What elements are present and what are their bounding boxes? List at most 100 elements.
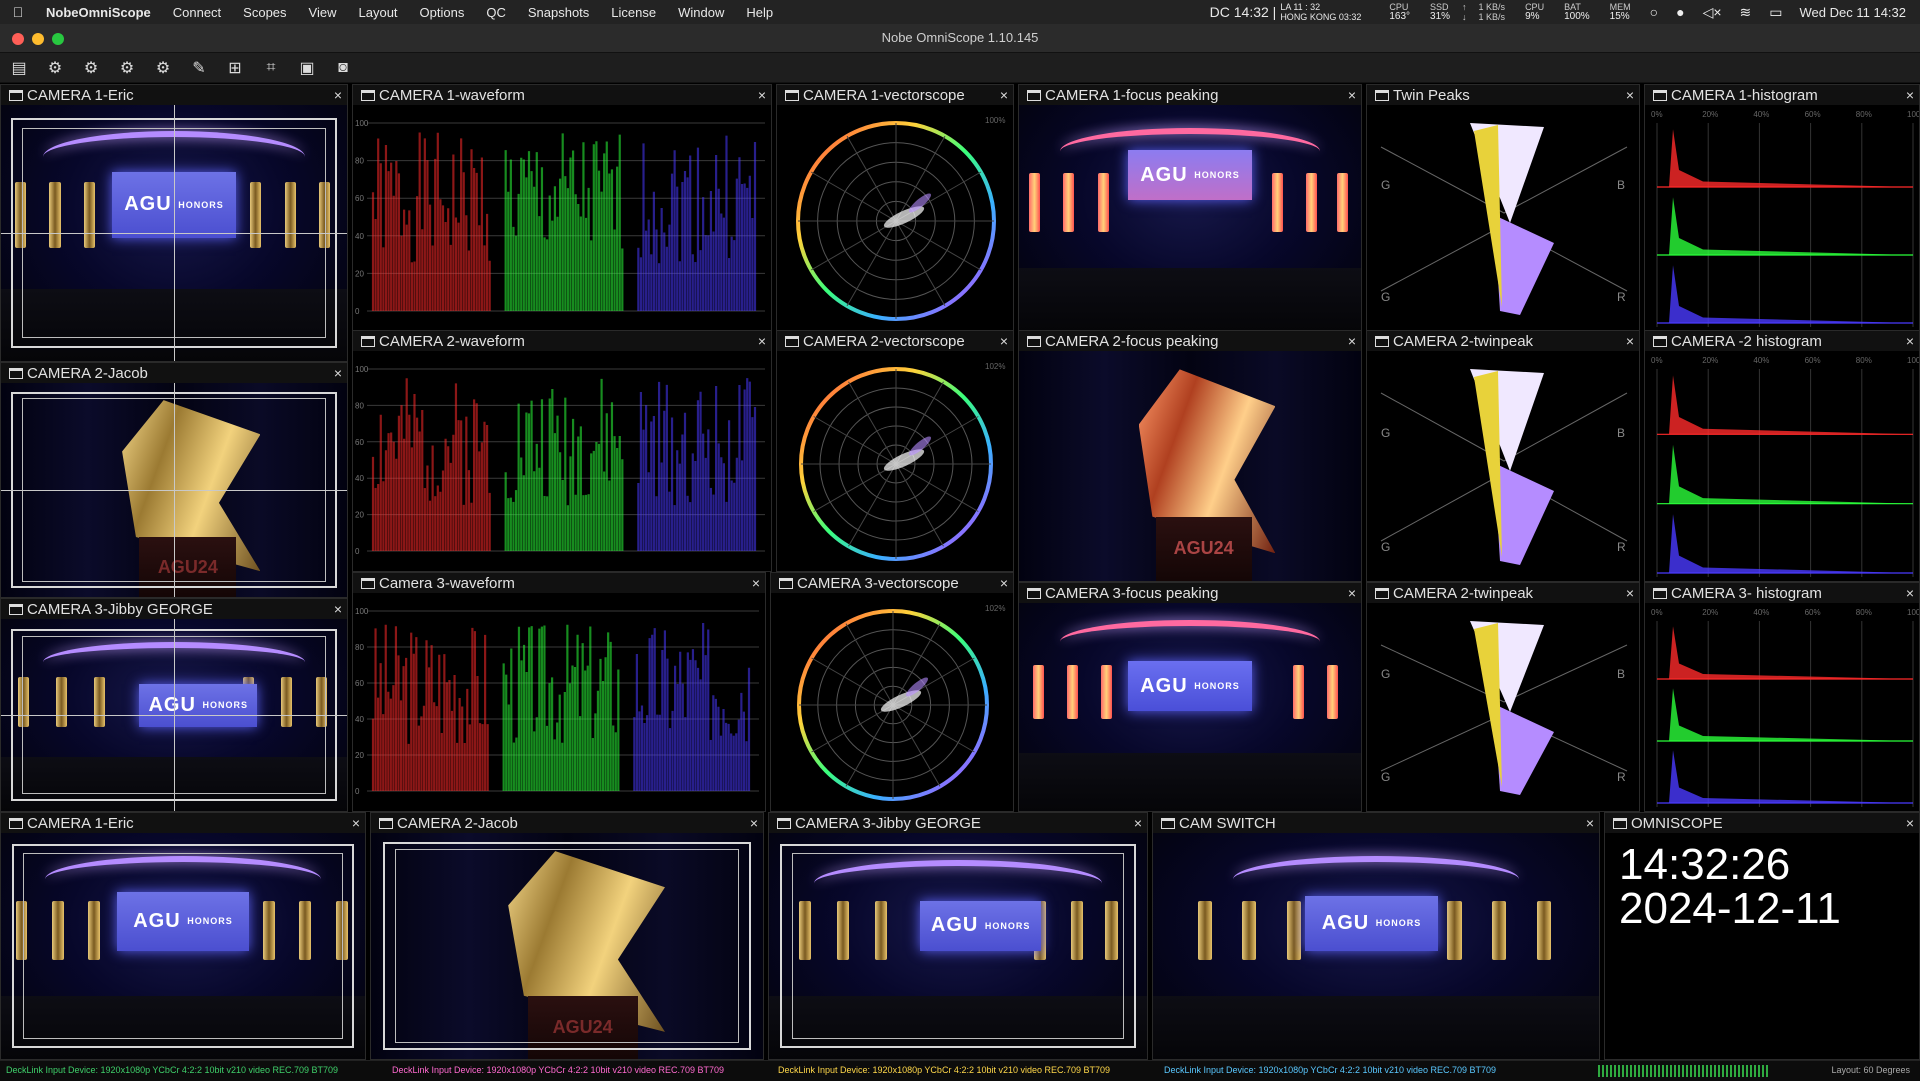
camera-icon[interactable]: ◙	[330, 56, 356, 80]
panel-header[interactable]: CAMERA 2-focus peaking ×	[1019, 331, 1361, 351]
close-icon[interactable]: ×	[329, 87, 347, 103]
cpu-temp-stat[interactable]: CPU 163°	[1389, 2, 1410, 22]
panel-bottom-cam1-eric[interactable]: CAMERA 1-Eric × AGU HONORS	[0, 812, 366, 1060]
panel-header[interactable]: CAMERA 1-vectorscope ×	[777, 85, 1013, 105]
close-icon[interactable]: ×	[753, 333, 771, 349]
panel-cam3-focus-peaking[interactable]: CAMERA 3-focus peaking × AGU HONORS	[1018, 582, 1362, 812]
close-icon[interactable]: ×	[995, 333, 1013, 349]
scope-settings-icon-4[interactable]: ⚙	[150, 56, 176, 80]
panel-header[interactable]: CAMERA 2-waveform ×	[353, 331, 771, 351]
close-icon[interactable]: ×	[1343, 87, 1361, 103]
menu-connect[interactable]: Connect	[163, 5, 233, 20]
panel-cam2-histogram[interactable]: CAMERA -2 histogram × 0% 20% 40% 60% 80% 100%	[1644, 330, 1920, 582]
network-icon[interactable]: ⊞	[222, 56, 248, 80]
panel-cam1-eric[interactable]: CAMERA 1-Eric × AGU HONORS	[0, 84, 348, 362]
panel-header[interactable]: CAMERA 3-focus peaking ×	[1019, 583, 1361, 603]
mute-icon[interactable]: ◁×	[1703, 4, 1722, 21]
menu-help[interactable]: Help	[736, 5, 785, 20]
panel-header[interactable]: CAMERA 1-Eric ×	[1, 813, 365, 833]
panel-bottom-cam2-jacob[interactable]: CAMERA 2-Jacob × AGU24	[370, 812, 764, 1060]
panel-cam2-vectorscope[interactable]: CAMERA 2-vectorscope × 102%	[776, 330, 1014, 572]
close-icon[interactable]: ×	[329, 365, 347, 381]
memory-stat[interactable]: MEM 15%	[1610, 2, 1631, 22]
menu-app[interactable]: NobeOmniScope	[36, 5, 163, 20]
close-icon[interactable]: ×	[995, 575, 1013, 591]
wrench-icon[interactable]: ✎	[186, 56, 212, 80]
panel-cam1-focus-peaking[interactable]: CAMERA 1-focus peaking × AGU HONORS	[1018, 84, 1362, 332]
menubar-clock[interactable]: DC 14:32 |	[1210, 4, 1277, 20]
menu-layout[interactable]: Layout	[349, 5, 410, 20]
search-icon[interactable]: ○	[1650, 4, 1658, 20]
scope-settings-icon-1[interactable]: ⚙	[42, 56, 68, 80]
panel-cam1-histogram[interactable]: CAMERA 1-histogram × 0% 20% 40% 60% 80% 100%	[1644, 84, 1920, 332]
panel-cam2-twinpeak-2[interactable]: CAMERA 2-twinpeak × G G B R	[1366, 582, 1640, 812]
panel-cam3-waveform[interactable]: Camera 3-waveform × 100 80 60 40 20 0	[352, 572, 766, 812]
control-center-icon[interactable]: ▭	[1769, 4, 1782, 21]
panel-bottom-cam3-jibby[interactable]: CAMERA 3-Jibby GEORGE × AGU HONORS	[768, 812, 1148, 1060]
panel-header[interactable]: CAMERA 3-Jibby GEORGE ×	[769, 813, 1147, 833]
close-icon[interactable]: ×	[1901, 333, 1919, 349]
close-icon[interactable]: ×	[747, 575, 765, 591]
menu-window[interactable]: Window	[668, 5, 736, 20]
close-icon[interactable]: ×	[1621, 87, 1639, 103]
close-icon[interactable]: ×	[1901, 815, 1919, 831]
panel-cam2-waveform[interactable]: CAMERA 2-waveform × 100 80 60 40 20 0	[352, 330, 772, 572]
scope-settings-icon-2[interactable]: ⚙	[78, 56, 104, 80]
battery-stat[interactable]: BAT 100%	[1564, 2, 1590, 22]
close-icon[interactable]: ×	[329, 601, 347, 617]
panel-header[interactable]: CAM SWITCH ×	[1153, 813, 1599, 833]
close-icon[interactable]: ×	[1581, 815, 1599, 831]
panel-header[interactable]: OMNISCOPE ×	[1605, 813, 1919, 833]
panel-header[interactable]: CAMERA 2-Jacob ×	[1, 363, 347, 383]
crop-icon[interactable]: ⌗	[258, 56, 284, 80]
close-icon[interactable]: ×	[347, 815, 365, 831]
panel-cam3-jibby[interactable]: CAMERA 3-Jibby GEORGE × AGU HONORS	[0, 598, 348, 812]
panel-header[interactable]: CAMERA 1-Eric ×	[1, 85, 347, 105]
panel-header[interactable]: CAMERA 2-Jacob ×	[371, 813, 763, 833]
panel-cam-switch[interactable]: CAM SWITCH × AGU HONORS	[1152, 812, 1600, 1060]
panel-cam3-vectorscope[interactable]: CAMERA 3-vectorscope × 102%	[770, 572, 1014, 812]
scope-settings-icon-3[interactable]: ⚙	[114, 56, 140, 80]
panel-cam3-histogram[interactable]: CAMERA 3- histogram × 0% 20% 40% 60% 80% 100%	[1644, 582, 1920, 812]
panel-cam1-waveform[interactable]: CAMERA 1-waveform × 100 80 60 40 20 0	[352, 84, 772, 332]
gallery-icon[interactable]: ▣	[294, 56, 320, 80]
menu-view[interactable]: View	[299, 5, 349, 20]
menubar-date[interactable]: Wed Dec 11 14:32	[1800, 5, 1906, 20]
panel-header[interactable]: CAMERA 3- histogram ×	[1645, 583, 1919, 603]
panel-cam1-vectorscope[interactable]: CAMERA 1-vectorscope × 100%	[776, 84, 1014, 332]
panel-header[interactable]: CAMERA 2-twinpeak ×	[1367, 583, 1639, 603]
close-icon[interactable]: ×	[1343, 585, 1361, 601]
wifi-icon[interactable]: ≋	[1740, 4, 1752, 21]
panel-header[interactable]: CAMERA 2-twinpeak ×	[1367, 331, 1639, 351]
menu-qc[interactable]: QC	[476, 5, 518, 20]
close-icon[interactable]: ×	[753, 87, 771, 103]
panel-cam2-jacob[interactable]: CAMERA 2-Jacob × AGU24	[0, 362, 348, 598]
panel-twin-peaks[interactable]: Twin Peaks × G G B R	[1366, 84, 1640, 332]
layout-icon[interactable]: ▤	[6, 56, 32, 80]
close-icon[interactable]: ×	[1901, 87, 1919, 103]
panel-omniscope[interactable]: OMNISCOPE × 14:32:26 2024-12-11	[1604, 812, 1920, 1060]
panel-header[interactable]: CAMERA 1-waveform ×	[353, 85, 771, 105]
panel-cam2-twinpeak[interactable]: CAMERA 2-twinpeak × G G B R	[1366, 330, 1640, 582]
close-icon[interactable]: ×	[1343, 333, 1361, 349]
menu-license[interactable]: License	[601, 5, 668, 20]
close-icon[interactable]: ×	[995, 87, 1013, 103]
close-icon[interactable]: ×	[1129, 815, 1147, 831]
panel-header[interactable]: CAMERA -2 histogram ×	[1645, 331, 1919, 351]
panel-header[interactable]: CAMERA 1-histogram ×	[1645, 85, 1919, 105]
panel-header[interactable]: Twin Peaks ×	[1367, 85, 1639, 105]
menu-options[interactable]: Options	[410, 5, 477, 20]
ssd-stat[interactable]: SSD 31%	[1430, 2, 1450, 22]
panel-header[interactable]: CAMERA 3-Jibby GEORGE ×	[1, 599, 347, 619]
panel-header[interactable]: CAMERA 2-vectorscope ×	[777, 331, 1013, 351]
panel-header[interactable]: Camera 3-waveform ×	[353, 573, 765, 593]
close-icon[interactable]: ×	[1901, 585, 1919, 601]
network-stat[interactable]: 1 KB/s 1 KB/s	[1479, 2, 1506, 22]
close-icon[interactable]: ×	[1621, 585, 1639, 601]
cpu-stat[interactable]: CPU 9%	[1525, 2, 1544, 22]
apple-icon[interactable]: 	[0, 4, 36, 20]
close-icon[interactable]: ×	[745, 815, 763, 831]
panel-cam2-focus-peaking[interactable]: CAMERA 2-focus peaking × AGU24	[1018, 330, 1362, 582]
menu-scopes[interactable]: Scopes	[233, 5, 298, 20]
close-icon[interactable]: ×	[1621, 333, 1639, 349]
